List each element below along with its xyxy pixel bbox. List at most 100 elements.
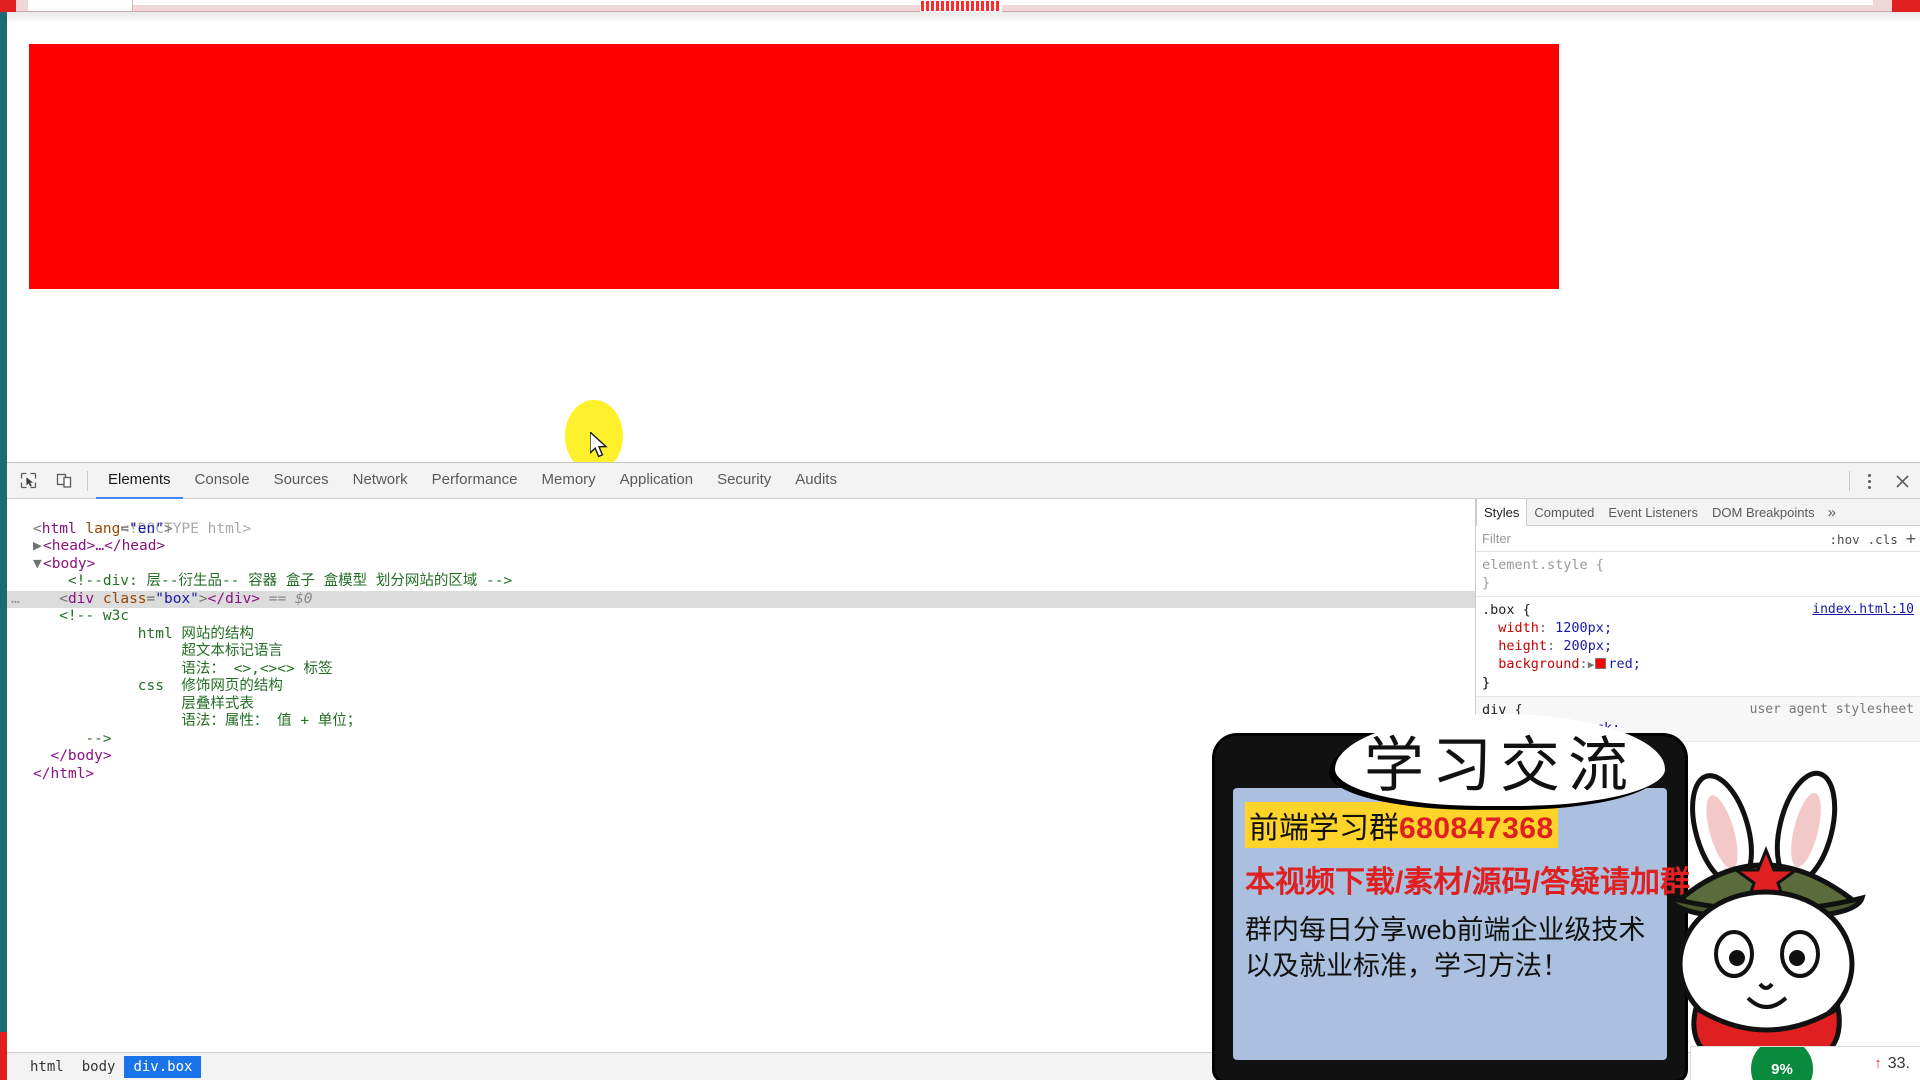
expand-triangle-body-icon[interactable]: ▼ bbox=[33, 556, 43, 574]
body-close-text: </body> bbox=[50, 748, 112, 764]
comment-w3c-line-7: --> bbox=[33, 730, 112, 747]
comment-w3c-open-text: <!-- w3c bbox=[59, 608, 130, 624]
cls-toggle-button[interactable]: .cls bbox=[1868, 532, 1898, 547]
styles-more-glyph: » bbox=[1827, 503, 1836, 521]
styles-overflow-chevron-icon[interactable]: » bbox=[1822, 504, 1842, 521]
styles-pane: Styles Computed Event Listeners DOM Brea… bbox=[1475, 499, 1920, 1053]
styles-filter-input[interactable]: Filter bbox=[1482, 531, 1511, 546]
css-rule-box-source-link[interactable]: index.html:10 bbox=[1812, 601, 1914, 619]
chrome-left-marker bbox=[0, 0, 16, 12]
dom-line-doctype[interactable]: <!DOCTYPE html> bbox=[7, 503, 1475, 537]
comment-w3c-line-2: 超文本标记语言 bbox=[33, 643, 283, 659]
html-tag-name: html bbox=[41, 520, 77, 537]
device-toolbar-icon[interactable] bbox=[49, 466, 79, 496]
annotation-marker bbox=[920, 0, 1002, 12]
new-style-rule-button[interactable]: + bbox=[1906, 530, 1916, 548]
tab-console-label: Console bbox=[194, 471, 250, 488]
css-rule-div-ua[interactable]: user agent stylesheet div { display: blo… bbox=[1476, 697, 1920, 742]
color-swatch-red[interactable] bbox=[1595, 658, 1607, 669]
red-box-element[interactable] bbox=[29, 44, 1559, 289]
stat-ring-percent: 9% bbox=[1751, 1047, 1813, 1080]
hov-toggle-button[interactable]: :hov bbox=[1830, 532, 1860, 547]
css-decl-background-prop: background bbox=[1498, 656, 1580, 672]
browser-tab-ghost[interactable] bbox=[28, 0, 133, 11]
dom-line-w3c-6: 语法：属性： 值 + 单位； bbox=[7, 713, 1475, 731]
tab-network[interactable]: Network bbox=[341, 463, 420, 499]
css-decl-display-prop: display bbox=[1498, 720, 1556, 736]
page-viewport bbox=[7, 22, 1920, 462]
selected-dollar-marker: == $0 bbox=[268, 590, 313, 607]
background-expand-triangle-icon[interactable]: ▶ bbox=[1588, 658, 1595, 671]
tab-application-label: Application bbox=[619, 471, 694, 488]
styles-filter-row: Filter :hov .cls + bbox=[1476, 526, 1920, 552]
styles-tab-computed-label: Computed bbox=[1534, 504, 1595, 520]
css-rule-element-style-close: } bbox=[1482, 575, 1491, 591]
devtools-panel: Elements Console Sources Network Perform… bbox=[7, 462, 1920, 1080]
inspect-element-icon[interactable] bbox=[13, 466, 43, 496]
styles-tab-dom-breakpoints-label: DOM Breakpoints bbox=[1712, 504, 1815, 520]
dom-tree-pane[interactable]: <!DOCTYPE html> <html lang="en"> ▶<head>… bbox=[7, 499, 1475, 1053]
css-decl-background[interactable]: background:▶ red; bbox=[1482, 655, 1914, 674]
tab-elements[interactable]: Elements bbox=[96, 463, 183, 499]
page-left-edge bbox=[0, 12, 7, 1080]
expand-triangle-head-icon[interactable]: ▶ bbox=[33, 538, 43, 556]
css-decl-height-prop: height bbox=[1498, 638, 1548, 654]
css-rule-element-style[interactable]: element.style { } bbox=[1476, 552, 1920, 597]
toolbar-right-divider bbox=[1849, 471, 1850, 491]
tab-security[interactable]: Security bbox=[705, 463, 783, 499]
styles-tab-styles[interactable]: Styles bbox=[1476, 499, 1528, 527]
css-decl-height[interactable]: height: 200px; bbox=[1482, 637, 1914, 655]
comment-w3c-line-3: 语法： <>,<><> 标签 bbox=[33, 660, 333, 677]
tab-memory[interactable]: Memory bbox=[530, 463, 608, 499]
css-decl-width[interactable]: width: 1200px; bbox=[1482, 619, 1914, 637]
stat-arrow-up-icon: ↑ bbox=[1874, 1055, 1882, 1072]
dom-line-body-open[interactable]: ▼<body> bbox=[7, 556, 1475, 574]
styles-tab-event-listeners[interactable]: Event Listeners bbox=[1601, 499, 1705, 526]
comment-w3c-line-5: 层叠样式表 bbox=[33, 695, 254, 712]
dom-line-w3c-3: 语法： <>,<><> 标签 bbox=[7, 661, 1475, 679]
kebab-menu-icon[interactable] bbox=[1854, 466, 1884, 496]
selected-class-attr-value: "box" bbox=[155, 590, 199, 607]
dom-line-html-close[interactable]: </html> bbox=[7, 766, 1475, 784]
tab-performance-label: Performance bbox=[431, 471, 518, 488]
close-icon[interactable] bbox=[1884, 466, 1920, 496]
dom-line-comment-w3c-open[interactable]: <!-- w3c bbox=[7, 608, 1475, 626]
html-lang-attr-value: "en" bbox=[129, 520, 164, 537]
dom-line-w3c-close: --> bbox=[7, 731, 1475, 749]
tab-application[interactable]: Application bbox=[608, 463, 705, 499]
chrome-shadow bbox=[0, 12, 1920, 22]
tab-sources-label: Sources bbox=[273, 471, 329, 488]
screen-root: Elements Console Sources Network Perform… bbox=[0, 0, 1920, 1080]
tab-console[interactable]: Console bbox=[183, 463, 262, 499]
breadcrumb-item-html[interactable]: html bbox=[21, 1056, 73, 1078]
tab-network-label: Network bbox=[352, 471, 408, 488]
chrome-right-marker bbox=[1892, 0, 1920, 12]
browser-tabstrip-remainder bbox=[133, 0, 1873, 5]
tab-audits[interactable]: Audits bbox=[783, 463, 849, 499]
selected-close-tag: </div> bbox=[207, 590, 261, 607]
breadcrumb: html body div.box bbox=[7, 1052, 1920, 1080]
devtools-body: <!DOCTYPE html> <html lang="en"> ▶<head>… bbox=[7, 499, 1920, 1053]
tab-performance[interactable]: Performance bbox=[420, 463, 530, 499]
styles-tab-dom-breakpoints[interactable]: DOM Breakpoints bbox=[1705, 499, 1822, 526]
css-rule-box[interactable]: index.html:10 .box { width: 1200px; heig… bbox=[1476, 597, 1920, 697]
breadcrumb-item-div-box[interactable]: div.box bbox=[124, 1055, 202, 1078]
styles-tab-computed[interactable]: Computed bbox=[1527, 499, 1601, 526]
css-decl-width-prop: width bbox=[1498, 620, 1539, 636]
breadcrumb-item-body[interactable]: body bbox=[73, 1056, 125, 1078]
dom-line-comment-div[interactable]: <!--div: 层--衍生品-- 容器 盒子 盒模型 划分网站的区域 --> bbox=[7, 573, 1475, 591]
page-left-edge-red bbox=[0, 1032, 7, 1080]
tab-sources[interactable]: Sources bbox=[262, 463, 341, 499]
css-decl-display-value: block; bbox=[1571, 720, 1621, 736]
dom-line-body-close[interactable]: </body> bbox=[7, 748, 1475, 766]
dom-line-head[interactable]: ▶<head>…</head> bbox=[7, 538, 1475, 556]
comment-w3c-line-4: css 修饰网页的结构 bbox=[33, 678, 283, 694]
html-close-text: </html> bbox=[33, 765, 95, 782]
dom-line-selected-div-box[interactable]: … <div class="box"></div> == $0 bbox=[7, 590, 1475, 608]
head-collapsed-text: <head>…</head> bbox=[43, 538, 166, 554]
css-rule-box-close: } bbox=[1482, 675, 1491, 691]
comment-w3c-line-1: html 网站的结构 bbox=[33, 625, 254, 642]
dom-line-html-open[interactable]: <html lang="en"> bbox=[7, 521, 1475, 539]
css-rule-div-source-note: user agent stylesheet bbox=[1749, 702, 1914, 717]
dom-line-w3c-2: 超文本标记语言 bbox=[7, 643, 1475, 661]
